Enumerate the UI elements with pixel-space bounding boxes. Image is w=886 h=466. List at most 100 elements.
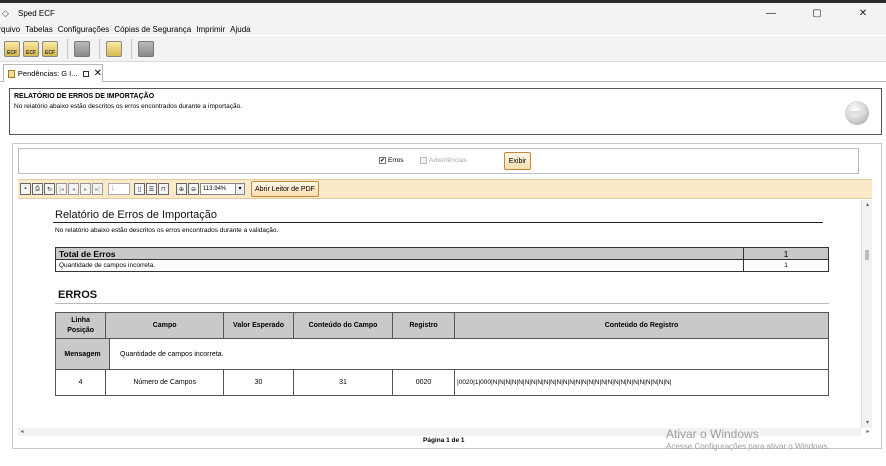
report-viewer-toolbar: ▪ ⎙ ↻ |◂ ◂ ▸ ▸| 1 ▯ ☰ ⊓ ⊕ ⊖ 113.94% ▾ Ab… [18, 179, 872, 199]
scroll-right-icon[interactable]: ▸ [864, 428, 872, 436]
tab-close-icon[interactable]: ✕ [94, 68, 102, 79]
open-pdf-button[interactable]: Abrir Leitor de PDF [251, 181, 319, 197]
folder-icon[interactable] [74, 40, 90, 57]
zoom-out-icon[interactable]: ⊖ [188, 183, 199, 195]
scroll-thumb[interactable] [865, 250, 869, 260]
ecf-icon[interactable]: ECF [4, 40, 20, 57]
filter-options-bar: ✔ Erros Advertências Exibir [18, 148, 859, 174]
header-description: No relatório abaixo estão descritos os e… [14, 103, 242, 110]
checkbox-checked-icon: ✔ [379, 157, 386, 164]
checkbox-icon [420, 157, 427, 164]
document-icon [8, 69, 15, 78]
menu-copias-seguranca[interactable]: Cópias de Segurança [114, 25, 191, 34]
last-page-icon[interactable]: ▸| [92, 183, 103, 195]
tab-maximize-icon[interactable] [82, 70, 89, 77]
window-controls: — ▢ ✕ [748, 3, 886, 23]
total-detail-label: Quantidade de campos incorreta. [55, 259, 744, 272]
col-valor-esperado: Valor Esperado [223, 312, 295, 339]
scroll-down-icon[interactable]: ▾ [864, 419, 871, 427]
report-header: RELATÓRIO DE ERROS DE IMPORTAÇÃO No rela… [9, 88, 882, 135]
tab-label: Pendências: G I... [17, 69, 78, 78]
col-conteudo-registro: Conteúdo do Registro [454, 312, 829, 339]
refresh-icon[interactable]: ↻ [44, 183, 55, 195]
report-page: Relatório de Erros de Importação No rela… [37, 200, 837, 428]
total-errors-label: Total de Erros [55, 247, 744, 260]
cell-linha: 4 [54, 369, 107, 396]
col-registro: Registro [392, 312, 456, 339]
zoom-input[interactable]: 113.94% [200, 183, 236, 195]
cell-valor-esperado: 30 [223, 369, 295, 396]
main-toolbar: ECF ECF ECF [0, 36, 886, 62]
zoom-dropdown-icon[interactable]: ▾ [236, 183, 245, 195]
sped-logo-icon [845, 101, 869, 125]
toolbar-separator [131, 38, 132, 59]
total-detail-value: 1 [743, 259, 829, 272]
window-title: Sped ECF [18, 8, 55, 18]
erros-divider [55, 303, 829, 304]
print-icon[interactable]: ⎙ [32, 183, 43, 195]
col-conteudo-campo: Conteúdo do Campo [293, 312, 394, 339]
message-filler [223, 338, 829, 370]
report-title: Relatório de Erros de Importação [55, 209, 218, 221]
report-icon[interactable] [138, 40, 154, 57]
report-viewport[interactable]: Relatório de Erros de Importação No rela… [18, 200, 861, 428]
ecf-validate-icon[interactable]: ECF [42, 40, 58, 57]
exibir-button[interactable]: Exibir [504, 152, 531, 170]
toolbar-separator [99, 38, 100, 59]
vertical-scrollbar[interactable]: ▴ ▾ [861, 200, 872, 428]
advertencias-label: Advertências [429, 157, 467, 164]
cell-conteudo-registro: |0020|1|000|N|N|N|N|N|N|N|N|N|N|N|N|N|N|… [454, 369, 829, 396]
erros-label: Erros [388, 157, 404, 164]
total-errors-value: 1 [743, 247, 829, 260]
errors-table: Linha Posição Campo Valor Esperado Conteú… [54, 312, 829, 396]
cell-registro: 0020 [392, 369, 456, 396]
message-label: Mensagem [56, 339, 110, 369]
scroll-up-icon[interactable]: ▴ [864, 201, 871, 209]
cell-conteudo-campo: 31 [293, 369, 394, 396]
close-button[interactable]: ✕ [840, 3, 886, 23]
ecf-import-icon[interactable]: ECF [23, 40, 39, 57]
message-cell: Mensagem Quantidade de campos incorreta. [54, 338, 224, 370]
watermark-subtitle: Acesse Configurações para ativar o Windo… [666, 442, 830, 451]
menu-ajuda[interactable]: Ajuda [230, 25, 250, 34]
erros-section-title: ERROS [58, 289, 98, 301]
menu-bar: Arquivo Tabelas Configurações Cópias de … [0, 23, 886, 35]
next-page-icon[interactable]: ▸ [80, 183, 91, 195]
edit-document-icon[interactable] [106, 40, 122, 57]
total-errors-detail-row: Quantidade de campos incorreta. 1 [55, 259, 829, 272]
previous-page-icon[interactable]: ◂ [68, 183, 79, 195]
tab-strip: Pendências: G I... ✕ [0, 62, 886, 82]
errors-header-row: Linha Posição Campo Valor Esperado Conteú… [54, 312, 829, 339]
continuous-page-icon[interactable]: ☰ [146, 183, 157, 195]
title-divider [53, 222, 823, 223]
cell-campo: Número de Campos [105, 369, 225, 396]
tab-pendencias[interactable]: Pendências: G I... ✕ [3, 64, 103, 82]
erros-checkbox[interactable]: ✔ Erros [379, 157, 404, 164]
report-description: No relatório abaixo estão descritos os e… [55, 227, 279, 234]
page-indicator: Página 1 de 1 [423, 437, 465, 444]
menu-tabelas[interactable]: Tabelas [25, 25, 53, 34]
zoom-in-icon[interactable]: ⊕ [176, 183, 187, 195]
message-text: Quantidade de campos incorreta. [110, 339, 224, 369]
scroll-left-icon[interactable]: ◂ [18, 428, 26, 436]
menu-configuracoes[interactable]: Configurações [58, 25, 110, 34]
menu-arquivo[interactable]: Arquivo [0, 25, 20, 34]
col-campo: Campo [105, 312, 225, 339]
page-number-input[interactable]: 1 [108, 183, 130, 195]
first-page-icon[interactable]: |◂ [56, 183, 67, 195]
facing-pages-icon[interactable]: ⊓ [158, 183, 169, 195]
total-errors-header-row: Total de Erros 1 [55, 247, 829, 260]
minimize-button[interactable]: — [748, 3, 794, 23]
maximize-button[interactable]: ▢ [794, 3, 840, 23]
advertencias-checkbox[interactable]: Advertências [420, 157, 467, 164]
total-errors-table: Total de Erros 1 Quantidade de campos in… [55, 247, 829, 272]
menu-imprimir[interactable]: Imprimir [196, 25, 225, 34]
header-title: RELATÓRIO DE ERROS DE IMPORTAÇÃO [14, 93, 155, 100]
single-page-icon[interactable]: ▯ [134, 183, 145, 195]
windows-activation-watermark: Ativar o Windows Acesse Configurações pa… [666, 427, 830, 451]
title-bar: ◇ Sped ECF — ▢ ✕ [0, 3, 886, 23]
message-row: Mensagem Quantidade de campos incorreta. [54, 338, 829, 370]
col-linha-posicao: Linha Posição [54, 312, 107, 339]
save-icon[interactable]: ▪ [20, 183, 31, 195]
app-icon: ◇ [2, 8, 9, 18]
